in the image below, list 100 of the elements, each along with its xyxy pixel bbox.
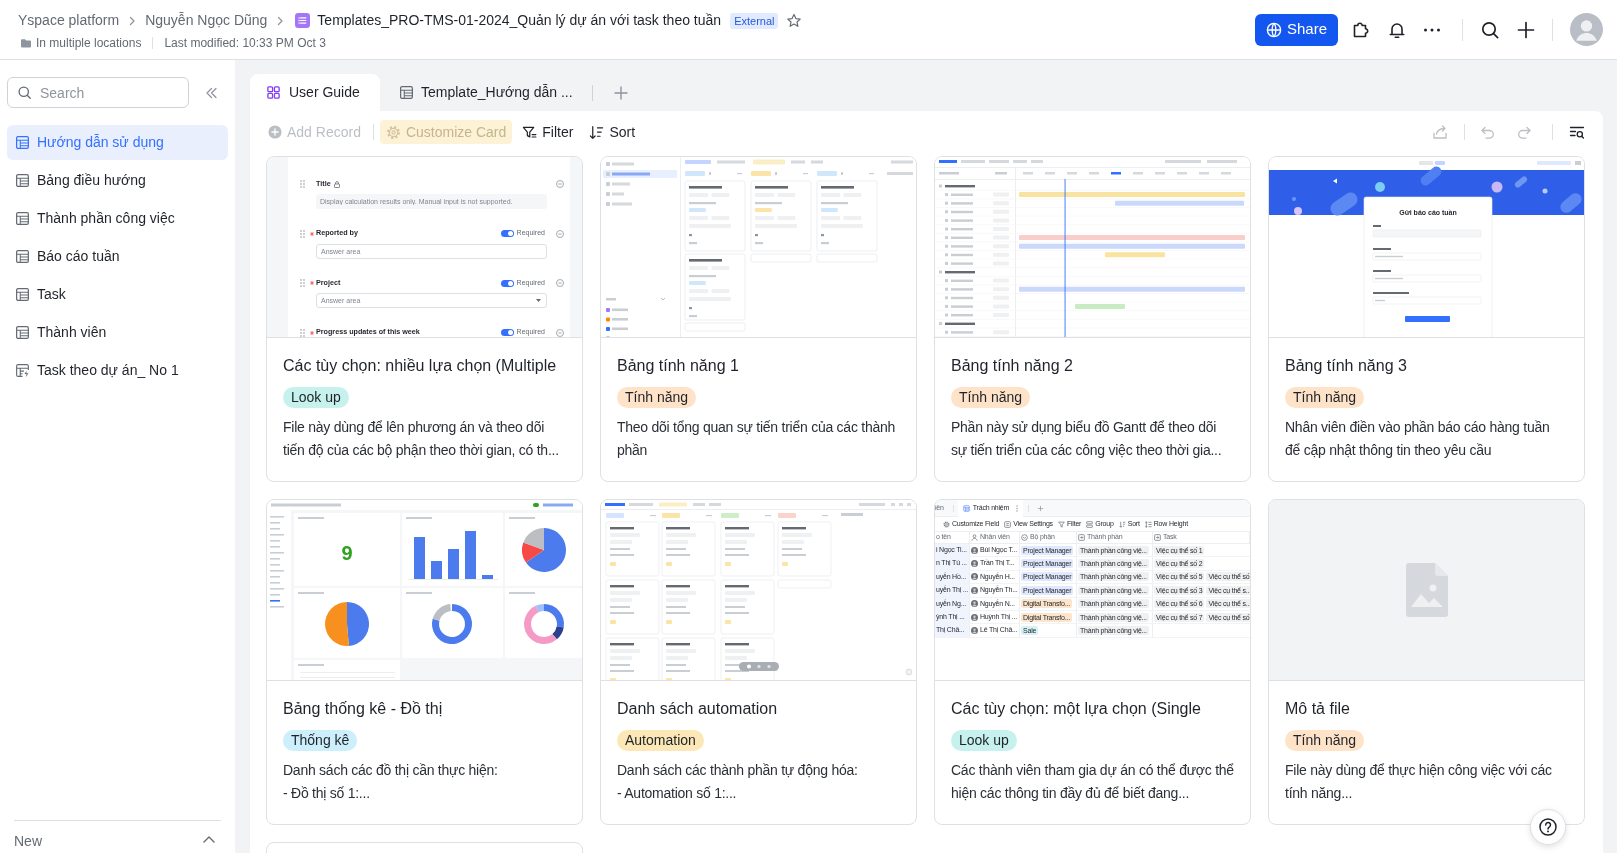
lock-icon <box>333 180 340 188</box>
table-icon <box>15 325 30 340</box>
document-title: Templates_PRO-TMS-01-2024_Quản lý dự án với task theo tuần <box>317 11 722 30</box>
drag-handle-icon <box>300 279 305 287</box>
category-tag: Look up <box>951 730 1017 751</box>
category-tag: Thống kê <box>283 730 358 751</box>
card-description: File này dùng để thực hiện công việc với các tính năng... <box>1285 761 1553 803</box>
card-title: Mô tả file <box>1285 699 1350 719</box>
table-icon <box>15 173 30 188</box>
link-icon <box>1154 534 1161 541</box>
category-tag: Tính năng <box>951 387 1031 408</box>
search-icon[interactable] <box>1480 19 1500 40</box>
toggle-switch[interactable] <box>500 230 514 237</box>
sidebar-item[interactable]: Báo cáo tuần <box>7 239 228 274</box>
category-tag: Tính năng <box>1285 387 1365 408</box>
sidebar-item[interactable]: Task theo dự án_ No 1 <box>7 353 228 388</box>
gear-icon <box>385 124 401 140</box>
record-card[interactable]: Danh sách automation Automation Danh sách các thành phần tự động hóa: - Automation số 1:... <box>600 499 917 825</box>
record-card[interactable]: 9 Bảng thống kê - Đồ thị Thống kê Danh sách các đồ thị cần thực hiện: - Đồ thị số 1:... <box>266 499 583 825</box>
person-icon <box>971 534 978 541</box>
toolbar-button[interactable]: Sort <box>583 120 642 144</box>
required-mark-icon <box>310 231 314 236</box>
table-icon <box>15 249 30 264</box>
card-description: Các thành viên tham gia dự án có thể được thể hiện các thông tin đầy đủ để biết đang... <box>951 761 1234 803</box>
globe-icon <box>1265 21 1282 38</box>
view-tab[interactable]: Template_Hướng dẫn ... <box>380 74 577 111</box>
help-icon <box>1538 817 1558 837</box>
row-height-icon <box>1144 520 1152 528</box>
card-title: Bảng tính năng 2 <box>951 356 1073 376</box>
last-modified-text: Last modified: 10:33 PM Oct 3 <box>164 34 326 52</box>
card-description: Phần này sử dụng biểu đồ Gantt để theo dõi sự tiến triển của các công việc theo thời gia... <box>951 418 1223 460</box>
avatar-icon <box>971 573 978 581</box>
avatar-icon <box>971 613 978 621</box>
card-description: Theo dõi tổng quan sự tiến triển của các thành phần <box>617 418 897 460</box>
sidebar-item[interactable]: Task <box>7 277 228 312</box>
card-title: Bảng tính năng 1 <box>617 356 739 376</box>
sidebar-item[interactable]: Hướng dẫn sử dụng <box>7 125 228 160</box>
sidebar-item[interactable]: Thành phần công việc <box>7 201 228 236</box>
card-description: Nhân viên điền vào phần báo cáo hàng tuần để cập nhật thông tin theo yêu cầu <box>1285 418 1551 460</box>
chart-bar <box>448 549 459 579</box>
toolbar-button[interactable]: Filter <box>516 120 580 144</box>
document-icon <box>295 13 311 28</box>
category-tag: Look up <box>283 387 349 408</box>
sort-icon <box>1118 520 1126 528</box>
toggle-switch[interactable] <box>500 279 514 287</box>
record-card[interactable]: Mô tả file Tính năng File này dùng để thực hiện công việc với các tính năng... <box>1268 499 1585 825</box>
record-card[interactable]: Bảng tính năng 1 Tính năng Theo dõi tổng quan sự tiến triển của các thành phần <box>600 156 917 482</box>
plus-icon[interactable] <box>1516 19 1536 40</box>
gantt-bar <box>1075 303 1125 309</box>
external-badge: External <box>730 12 779 29</box>
share-button[interactable]: Share <box>1254 13 1338 46</box>
record-card[interactable]: Bảng tính năng 2 Tính năng Phần này sử dụng biểu đồ Gantt để theo dõi sự tiến triển của các công việc theo thời gia... <box>934 156 1251 482</box>
avatar-icon <box>971 600 978 608</box>
table-bolt-icon <box>15 363 30 378</box>
category-tag: Automation <box>617 730 704 751</box>
chart-bar <box>465 531 476 579</box>
record-card[interactable] <box>934 499 1251 825</box>
chart-bar <box>482 575 493 579</box>
image-placeholder-icon <box>1405 563 1448 617</box>
sort-icon <box>589 124 605 140</box>
card-description: Danh sách các đồ thị cần thực hiện: - Đồ thị số 1:... <box>283 761 498 803</box>
record-card[interactable] <box>266 156 583 482</box>
table-icon <box>399 85 414 100</box>
breadcrumb-link[interactable]: Yspace platform <box>18 10 120 31</box>
pie-slice <box>347 602 370 646</box>
stat-number: 9 <box>341 542 353 564</box>
gear-icon <box>943 520 950 528</box>
required-mark-icon <box>310 330 314 335</box>
view-tab[interactable]: User Guide <box>250 74 380 111</box>
section-label: New <box>14 833 42 851</box>
search-field[interactable]: Search <box>7 77 189 108</box>
dropdown-caret-icon <box>536 299 541 302</box>
card-title: Bảng tính năng 3 <box>1285 356 1407 376</box>
pie-slice <box>325 602 349 646</box>
chart-bar <box>431 561 442 579</box>
drag-handle-icon <box>300 229 305 238</box>
star-icon[interactable] <box>786 12 803 29</box>
find-icon[interactable] <box>1569 124 1585 140</box>
drag-handle-icon <box>300 180 305 188</box>
avatar-icon <box>971 586 978 594</box>
sidebar-item[interactable]: Bảng điều hướng <box>7 163 228 198</box>
card-title: Các tùy chọn: một lựa chọn (Single <box>951 699 1201 719</box>
breadcrumb-link[interactable]: Nguyễn Ngọc Dũng <box>145 10 268 31</box>
avatar-icon <box>971 627 978 635</box>
toggle-switch[interactable] <box>500 329 514 336</box>
search-icon <box>17 85 32 100</box>
help-button[interactable] <box>1530 809 1566 845</box>
option-icon <box>1021 534 1028 541</box>
card-title: Bảng thống kê - Đồ thị <box>283 699 443 719</box>
card-title: Các tùy chọn: nhiều lựa chọn (Multiple <box>283 356 557 376</box>
required-mark-icon <box>310 281 314 285</box>
group-icon <box>1086 520 1094 528</box>
table-icon <box>962 504 970 512</box>
card-description: Danh sách các thành phần tự động hóa: - Automation số 1:... <box>617 761 858 803</box>
collapse-icon[interactable] <box>204 85 218 100</box>
avatar-icon <box>971 560 978 568</box>
filter-icon <box>522 124 538 140</box>
avatar-icon <box>971 546 978 554</box>
sidebar-item[interactable]: Thành viên <box>7 315 228 350</box>
link-icon <box>1078 534 1085 541</box>
